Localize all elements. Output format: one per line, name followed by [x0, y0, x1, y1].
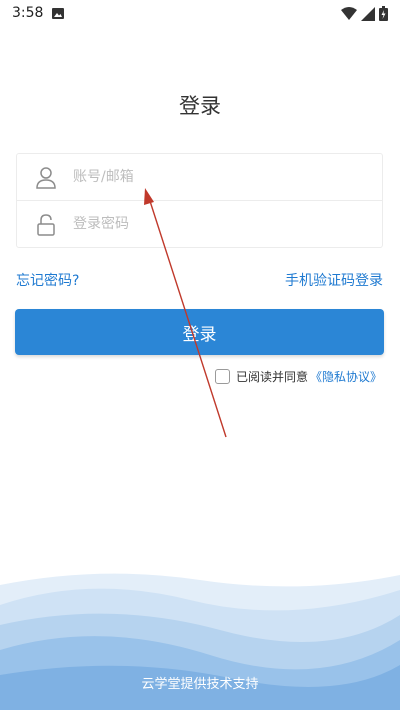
status-icons [341, 6, 388, 21]
agreement-row: 已阅读并同意 《隐私协议》 [214, 368, 382, 385]
privacy-link[interactable]: 《隐私协议》 [310, 368, 382, 385]
agree-label: 已阅读并同意 [235, 370, 308, 384]
image-icon [52, 8, 64, 19]
status-bar: 3:58 [0, 0, 400, 28]
password-field [17, 201, 382, 248]
account-input[interactable] [73, 162, 363, 192]
status-time: 3:58 [12, 5, 44, 21]
login-screen: 3:58 登录 账号/邮箱 忘记密码? 手机验证码登录 登录 已阅读并同意 《隐… [0, 0, 400, 710]
account-field [17, 154, 382, 201]
agree-checkbox[interactable] [214, 369, 230, 384]
support-text: 云学堂提供技术支持 [141, 677, 259, 692]
password-input[interactable] [73, 209, 363, 239]
lock-icon [37, 214, 55, 236]
sms-login-link[interactable]: 手机验证码登录 [285, 270, 383, 290]
signal-icon [361, 6, 375, 21]
wifi-icon [341, 7, 357, 20]
login-button[interactable]: 登录 [15, 309, 384, 355]
page-title: 登录 [179, 94, 221, 118]
login-form [16, 153, 383, 248]
forgot-password-link[interactable]: 忘记密码? [16, 270, 79, 290]
battery-icon [379, 6, 388, 21]
user-icon [36, 167, 56, 189]
